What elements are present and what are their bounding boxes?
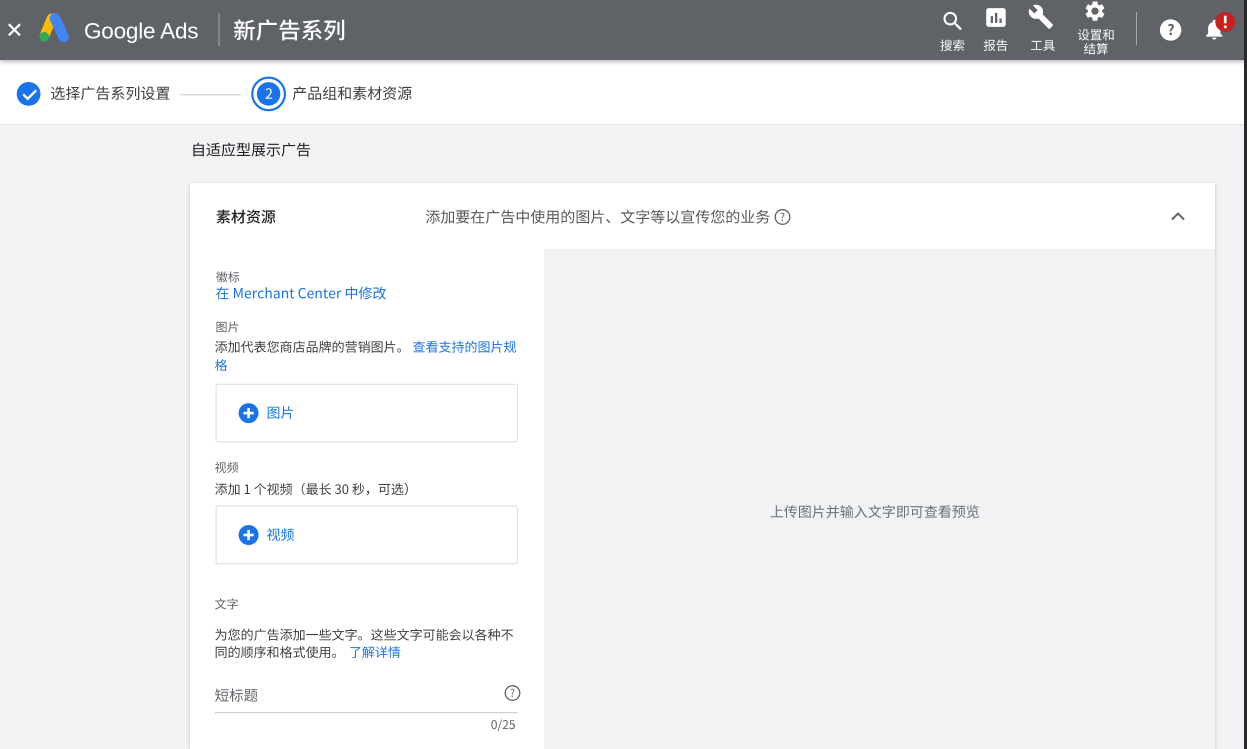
svg-text:Google Ads: Google Ads (84, 18, 198, 43)
